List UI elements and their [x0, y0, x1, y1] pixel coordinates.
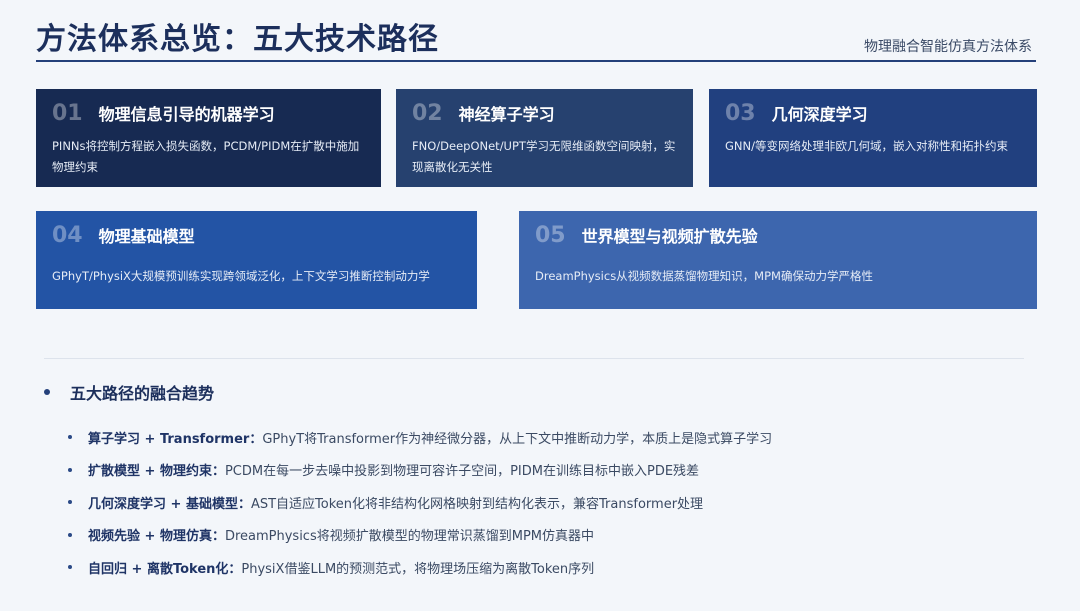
trend-item: 视频先验 + 物理仿真： DreamPhysics将视频扩散模型的物理常识蒸馏到…	[68, 519, 772, 552]
trend-text: PCDM在每一步去噪中投影到物理可容许子空间，PIDM在训练目标中嵌入PDE残差	[224, 464, 700, 480]
card-title: 物理基础模型	[98, 227, 195, 246]
card-title: 神经算子学习	[458, 105, 555, 124]
bullet-icon	[68, 500, 72, 505]
bullet-icon	[68, 435, 72, 440]
slide-title: 方法体系总览：五大技术路径	[36, 22, 439, 57]
trend-text: GPhyT将Transformer作为神经微分器，从上下文中推断动力学，本质上是…	[262, 431, 773, 447]
method-card-3: 03 几何深度学习 GNN/等变网络处理非欧几何域，嵌入对称性和拓扑约束	[709, 89, 1037, 187]
card-header: 05 世界模型与视频扩散先验	[535, 223, 1021, 248]
card-header: 04 物理基础模型	[52, 223, 461, 248]
trend-item: 自回归 + 离散Token化： PhysiX借鉴LLM的预测范式，将物理场压缩为…	[68, 551, 772, 584]
card-description: GPhyT/PhysiX大规模预训练实现跨领域泛化，上下文学习推断控制动力学	[52, 269, 430, 283]
trend-text: DreamPhysics将视频扩散模型的物理常识蒸馏到MPM仿真器中	[224, 529, 594, 545]
card-number: 04	[52, 223, 83, 248]
card-description: FNO/DeepONet/UPT学习无限维函数空间映射，实现离散化无关性	[412, 139, 676, 174]
card-number: 01	[52, 101, 83, 126]
section-divider	[44, 358, 1024, 359]
card-title: 物理信息引导的机器学习	[98, 105, 275, 124]
card-number: 02	[412, 101, 443, 126]
card-description: GNN/等变网络处理非欧几何域，嵌入对称性和拓扑约束	[725, 139, 1008, 153]
card-number: 05	[535, 223, 566, 248]
trend-text: PhysiX借鉴LLM的预测范式，将物理场压缩为离散Token序列	[241, 561, 595, 577]
card-header: 01 物理信息引导的机器学习	[52, 101, 365, 126]
bullet-icon	[68, 467, 72, 472]
card-description: DreamPhysics从视频数据蒸馏物理知识，MPM确保动力学严格性	[535, 269, 873, 283]
trend-list: 算子学习 + Transformer： GPhyT将Transformer作为神…	[68, 421, 772, 584]
card-title: 世界模型与视频扩散先验	[581, 227, 758, 246]
trend-label: 视频先验 + 物理仿真：	[88, 529, 225, 545]
trend-label: 几何深度学习 + 基础模型：	[88, 496, 251, 512]
trend-item: 算子学习 + Transformer： GPhyT将Transformer作为神…	[68, 421, 772, 454]
card-header: 03 几何深度学习	[725, 101, 1021, 126]
trend-text: AST自适应Token化将非结构化网格映射到结构化表示，兼容Transforme…	[250, 496, 704, 512]
trends-heading: 五大路径的融合趋势	[44, 380, 214, 404]
method-card-4: 04 物理基础模型 GPhyT/PhysiX大规模预训练实现跨领域泛化，上下文学…	[36, 211, 477, 309]
card-header: 02 神经算子学习	[412, 101, 677, 126]
trend-item: 扩散模型 + 物理约束： PCDM在每一步去噪中投影到物理可容许子空间，PIDM…	[68, 454, 772, 487]
trend-label: 自回归 + 离散Token化：	[88, 561, 242, 577]
card-title: 几何深度学习	[771, 105, 868, 124]
title-divider	[36, 60, 1036, 62]
heading-bullet-icon	[44, 389, 50, 395]
trend-item: 几何深度学习 + 基础模型： AST自适应Token化将非结构化网格映射到结构化…	[68, 486, 772, 519]
trend-label: 算子学习 + Transformer：	[88, 431, 263, 447]
card-description: PINNs将控制方程嵌入损失函数，PCDM/PIDM在扩散中施加物理约束	[52, 139, 360, 174]
slide-subtitle: 物理融合智能仿真方法体系	[864, 39, 1032, 55]
trend-label: 扩散模型 + 物理约束：	[88, 464, 225, 480]
trends-title: 五大路径的融合趋势	[70, 384, 215, 403]
bullet-icon	[68, 565, 72, 570]
bullet-icon	[68, 532, 72, 537]
method-card-5: 05 世界模型与视频扩散先验 DreamPhysics从视频数据蒸馏物理知识，M…	[519, 211, 1037, 309]
method-card-2: 02 神经算子学习 FNO/DeepONet/UPT学习无限维函数空间映射，实现…	[396, 89, 693, 187]
card-number: 03	[725, 101, 756, 126]
method-card-1: 01 物理信息引导的机器学习 PINNs将控制方程嵌入损失函数，PCDM/PID…	[36, 89, 381, 187]
